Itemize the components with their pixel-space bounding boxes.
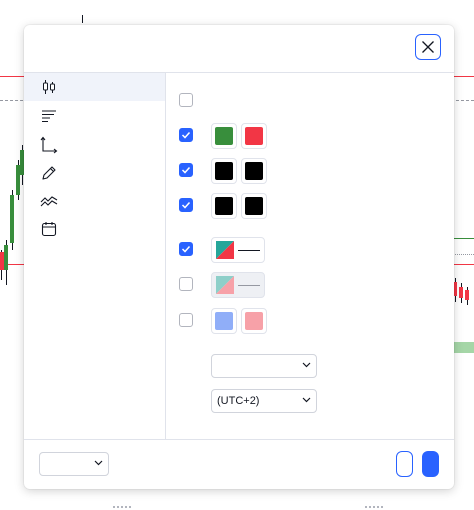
ok-button[interactable]	[422, 451, 439, 477]
color-swatch-down[interactable]	[241, 123, 267, 149]
checkbox[interactable]	[179, 313, 193, 327]
status-line-icon	[40, 107, 58, 125]
pane-handle-left	[113, 506, 131, 508]
settings-row-last-price-line	[179, 237, 279, 263]
sidebar-item-events[interactable]	[24, 215, 165, 243]
axis-tick	[82, 15, 83, 23]
chart-settings-dialog: (UTC+2)	[24, 25, 454, 489]
color-swatch-wick-up[interactable]	[211, 193, 237, 219]
dialog-footer	[24, 439, 454, 490]
sidebar-item-scales[interactable]	[24, 131, 165, 159]
sidebar-item-trading[interactable]	[24, 187, 165, 215]
dialog-header	[24, 25, 454, 73]
price-line-dotted	[452, 254, 474, 255]
candle	[454, 282, 457, 296]
color-swatch-wick-down[interactable]	[241, 193, 267, 219]
settings-row-bar-change-color	[179, 88, 199, 114]
pencil-icon	[40, 164, 58, 182]
color-swatch-border-down[interactable]	[241, 158, 267, 184]
close-icon	[422, 41, 434, 53]
chevron-down-icon	[302, 397, 311, 403]
price-line-green	[452, 238, 474, 239]
timezone-select[interactable]: (UTC+2)	[211, 389, 317, 413]
trading-icon	[40, 192, 58, 210]
timezone-select-value: (UTC+2)	[217, 395, 260, 407]
line-style-preview	[238, 285, 260, 286]
scales-axes-icon	[40, 136, 58, 154]
sidebar-item-status-line[interactable]	[24, 102, 165, 130]
calendar-icon	[40, 220, 58, 238]
color-swatch-border-up[interactable]	[211, 158, 237, 184]
checkmark-icon	[181, 245, 191, 253]
sidebar-item-symbol[interactable]	[24, 73, 165, 101]
template-select[interactable]	[39, 452, 109, 476]
checkbox[interactable]	[179, 163, 193, 177]
candle	[465, 290, 469, 300]
candle	[4, 245, 8, 270]
checkmark-icon	[181, 166, 191, 174]
line-style-preview	[238, 250, 260, 251]
candle	[10, 195, 14, 243]
color-swatch-up[interactable]	[211, 123, 237, 149]
color-swatch-blue[interactable]	[211, 308, 237, 334]
settings-row-wick	[179, 193, 279, 219]
checkbox[interactable]	[179, 242, 193, 256]
split-color-icon	[216, 241, 234, 259]
checkbox[interactable]	[179, 93, 193, 107]
sidebar-item-canvas[interactable]	[24, 159, 165, 187]
line-style-button[interactable]	[211, 237, 265, 263]
settings-row-prev-close-line	[179, 272, 279, 298]
chevron-down-icon	[302, 362, 311, 368]
close-button[interactable]	[415, 34, 441, 60]
color-swatch-pink[interactable]	[241, 308, 267, 334]
candles-icon	[40, 78, 58, 96]
candle	[0, 252, 4, 270]
chevron-down-icon	[94, 460, 103, 466]
settings-row-extended-colors	[179, 308, 279, 334]
precision-select[interactable]	[211, 354, 317, 378]
settings-row-body	[179, 123, 279, 149]
checkmark-icon	[181, 201, 191, 209]
cancel-button[interactable]	[396, 451, 413, 477]
checkmark-icon	[181, 131, 191, 139]
checkbox[interactable]	[179, 277, 193, 291]
line-style-button-disabled[interactable]	[211, 272, 265, 298]
checkbox[interactable]	[179, 128, 193, 142]
price-label-green	[452, 342, 474, 353]
split-color-icon	[216, 276, 234, 294]
candle	[459, 287, 463, 298]
settings-sidebar	[24, 73, 166, 439]
checkbox[interactable]	[179, 198, 193, 212]
settings-row-borders	[179, 158, 279, 184]
pane-handle-right	[365, 506, 383, 508]
